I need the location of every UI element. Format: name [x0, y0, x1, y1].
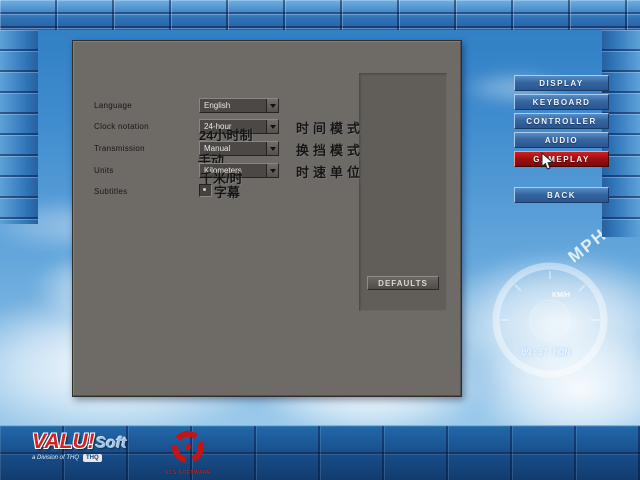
valusoft-logo: VALU!Soft a Division of THQ THQ	[32, 431, 162, 477]
scs-software-logo: SCS SOFTWARE	[160, 430, 216, 478]
dropdown-arrow-icon[interactable]	[266, 120, 278, 133]
gameplay-settings-panel: DEFAULTS Language English Clock notation…	[72, 40, 462, 397]
thq-logo: THQ	[83, 454, 102, 462]
dropdown-arrow-icon[interactable]	[266, 164, 278, 177]
scs-software-label: SCS SOFTWARE	[160, 470, 216, 476]
dropdown-arrow-icon[interactable]	[266, 99, 278, 112]
gauge-clock-readout: 09:37 MON	[521, 348, 570, 358]
left-tile-border	[0, 30, 38, 224]
units-label: Units	[94, 166, 114, 175]
gauge-kmh-label: KM/H	[552, 292, 570, 299]
dropdown-arrow-icon[interactable]	[266, 142, 278, 155]
menu-button-controller[interactable]: CONTROLLER	[514, 113, 609, 129]
transmission-caption-cn: 换挡模式	[296, 140, 364, 159]
clock-notation-caption-cn: 时间模式	[296, 118, 364, 137]
language-value: English	[200, 101, 266, 110]
valusoft-logo-excl: !	[88, 430, 95, 453]
checkbox-dot-icon	[203, 188, 206, 191]
game-screen: MPH KM/H 09:37 MON DEFAULTS Language Eng…	[0, 0, 640, 480]
valusoft-logo-valu: VALU	[32, 430, 88, 453]
defaults-button[interactable]: DEFAULTS	[367, 276, 439, 290]
language-dropdown[interactable]: English	[199, 98, 279, 113]
menu-button-keyboard[interactable]: KEYBOARD	[514, 94, 609, 110]
scs-pinwheel-icon	[171, 430, 205, 464]
bottom-bar: VALU!Soft a Division of THQ THQ SCS SOFTW…	[0, 425, 640, 480]
menu-button-audio[interactable]: AUDIO	[514, 132, 609, 148]
clock-notation-label: Clock notation	[94, 122, 149, 131]
mouse-cursor-icon	[541, 152, 554, 176]
subtitles-overlay-cn: 字幕	[214, 182, 240, 201]
menu-button-gameplay[interactable]: GAMEPLAY	[514, 151, 609, 167]
panel-side-column: DEFAULTS	[359, 73, 447, 311]
subtitles-label: Subtitles	[94, 187, 127, 196]
transmission-label: Transmission	[94, 144, 145, 153]
units-caption-cn: 时速单位	[296, 162, 364, 181]
language-label: Language	[94, 101, 132, 110]
back-button[interactable]: BACK	[514, 187, 609, 203]
menu-button-display[interactable]: DISPLAY	[514, 75, 609, 91]
valusoft-logo-soft: Soft	[96, 435, 127, 452]
top-tile-border	[0, 0, 640, 30]
valusoft-tagline: a Division of THQ	[32, 455, 79, 461]
subtitles-checkbox[interactable]	[199, 184, 212, 197]
